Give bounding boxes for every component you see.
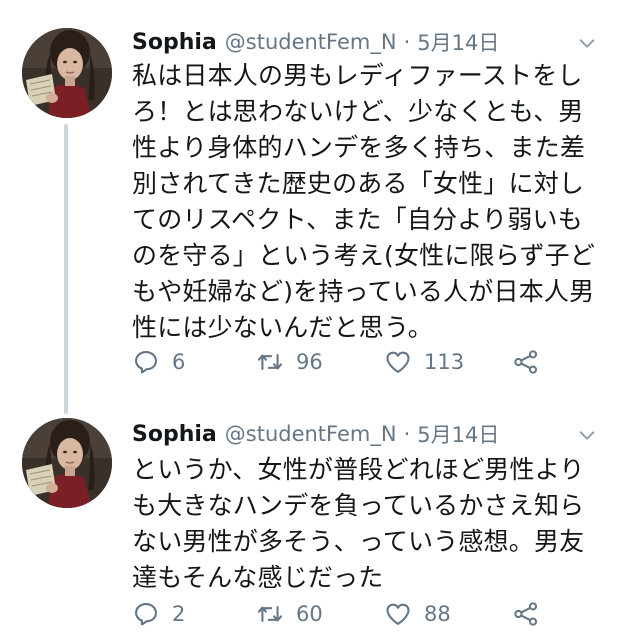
like-count: 113 [424,350,465,374]
retweet-button[interactable]: 60 [256,596,323,632]
tweet[interactable]: Sophia @studentFem_N · 5月14日 私は日本人の男もレディ… [0,0,620,404]
reply-count: 6 [172,350,186,374]
retweet-count: 96 [296,350,323,374]
tweet-actions: 6 96 113 [132,344,602,380]
user-handle[interactable]: @studentFem_N [225,30,397,54]
tweet-text: というか、女性が普段どれほど男性よりも大きなハンデを負っているかさえ知らない男性… [132,455,585,592]
chevron-down-icon[interactable] [576,424,598,446]
tweet-actions: 2 60 88 [132,596,602,632]
reply-icon [135,351,157,374]
display-name[interactable]: Sophia [132,30,217,55]
avatar[interactable] [22,28,112,118]
share-button[interactable] [512,344,540,380]
tweet[interactable]: Sophia @studentFem_N · 5月14日 というか、女性が普段ど… [0,404,620,632]
tweet-header: Sophia @studentFem_N · 5月14日 [132,26,600,58]
retweet-count: 60 [296,602,323,626]
reply-icon [135,603,157,626]
retweet-icon [257,353,283,371]
tweet-date[interactable]: 5月14日 [417,27,499,57]
avatar-photo [22,418,112,508]
separator-dot: · [403,30,411,54]
reply-count: 2 [172,602,186,626]
reply-button[interactable]: 6 [132,344,185,380]
display-name[interactable]: Sophia [132,422,217,447]
tweet-date[interactable]: 5月14日 [417,419,499,449]
user-handle[interactable]: @studentFem_N [225,422,397,446]
avatar[interactable] [22,418,112,508]
tweet-text: 私は日本人の男もレディファーストをしろ！とは思わないけど、少なくとも、男性より身… [132,61,596,342]
heart-icon [386,351,410,373]
share-icon [514,602,538,626]
retweet-icon [257,605,283,623]
like-count: 88 [424,602,451,626]
heart-icon [386,603,410,625]
separator-dot: · [403,422,411,446]
reply-button[interactable]: 2 [132,596,185,632]
tweet-header: Sophia @studentFem_N · 5月14日 [132,418,600,450]
retweet-button[interactable]: 96 [256,344,323,380]
chevron-down-icon[interactable] [576,32,598,54]
share-icon [514,350,538,374]
like-button[interactable]: 113 [384,344,464,380]
like-button[interactable]: 88 [384,596,451,632]
share-button[interactable] [512,596,540,632]
avatar-photo [22,28,112,118]
